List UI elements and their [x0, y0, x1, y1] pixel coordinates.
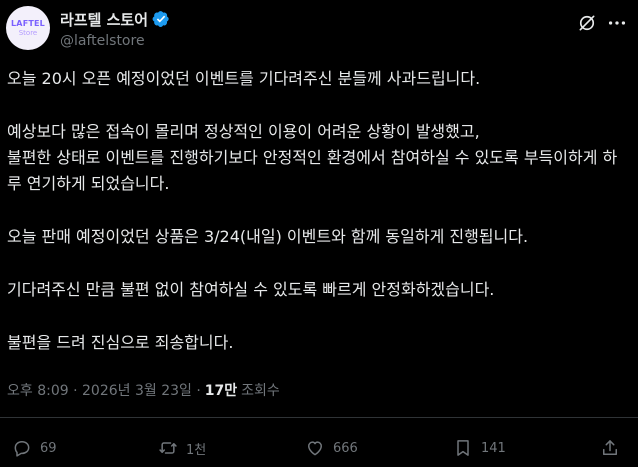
tweet-paragraph-1: 오늘 20시 오픈 예정이었던 이벤트를 기다려주신 분들께 사과드립니다.: [7, 69, 481, 88]
views-count[interactable]: 17만: [205, 380, 237, 400]
like-button[interactable]: 666: [305, 437, 358, 459]
avatar[interactable]: LAFTEL Store: [6, 6, 50, 50]
reply-count: 69: [40, 440, 57, 456]
share-icon: [600, 438, 620, 458]
verified-badge-icon: [152, 10, 170, 28]
author-handle[interactable]: @laftelstore: [60, 33, 145, 49]
tweet-paragraph-4: 기다려주신 만큼 불편 없이 참여하실 수 있도록 빠르게 안정화하겠습니다.: [7, 280, 495, 299]
tweet-paragraph-3: 오늘 판매 예정이었던 상품은 3/24(내일) 이벤트와 함께 동일하게 진행…: [7, 227, 529, 246]
share-button[interactable]: [600, 437, 620, 459]
reply-button[interactable]: 69: [12, 437, 57, 459]
tweet-paragraph-2-line-1: 예상보다 많은 접속이 몰리며 정상적인 이용이 어려운 상황이 발생했고, 불…: [7, 122, 618, 193]
more-options-icon[interactable]: [606, 12, 628, 34]
tweet-paragraph-2: 예상보다 많은 접속이 몰리며 정상적인 이용이 어려운 상황이 발생했고, 불…: [7, 119, 622, 197]
avatar-logo-text: LAFTEL: [11, 19, 45, 28]
bookmark-button[interactable]: 141: [453, 437, 506, 459]
display-name[interactable]: 라프텔 스토어: [60, 9, 148, 30]
grok-icon[interactable]: [577, 13, 597, 33]
avatar-logo-subtext: Store: [18, 29, 38, 37]
tweet-paragraph-5: 불편을 드려 진심으로 죄송합니다.: [7, 333, 234, 352]
like-count: 666: [333, 440, 358, 456]
heart-icon: [305, 438, 325, 458]
divider: [0, 417, 638, 418]
retweet-button[interactable]: 1천: [158, 437, 206, 459]
author-name-row[interactable]: 라프텔 스토어: [60, 9, 170, 29]
retweet-icon: [158, 438, 178, 458]
bookmark-icon: [453, 438, 473, 458]
tweet-meta: 오후 8:09 · 2026년 3월 23일 · 17만 조회수: [7, 380, 280, 400]
tweet: LAFTEL Store 라프텔 스토어 @laftelstore 오늘 20시…: [0, 0, 638, 467]
timestamp[interactable]: 오후 8:09 · 2026년 3월 23일 ·: [7, 380, 201, 400]
views-label: 조회수: [241, 383, 280, 399]
bookmark-count: 141: [481, 440, 506, 456]
reply-icon: [12, 438, 32, 458]
tweet-text: 오늘 20시 오픈 예정이었던 이벤트를 기다려주신 분들께 사과드립니다. 예…: [7, 66, 622, 383]
retweet-count: 1천: [186, 442, 207, 458]
